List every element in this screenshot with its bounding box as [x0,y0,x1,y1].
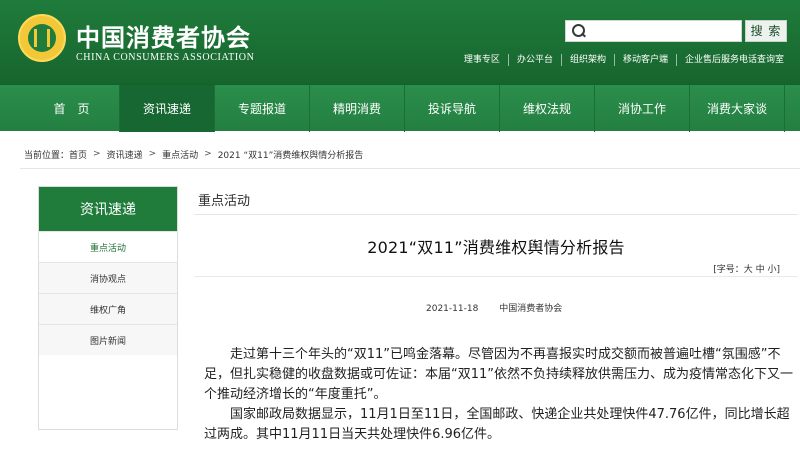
toplink-item[interactable]: 组织架构 [562,54,615,66]
search-icon [572,24,586,38]
article-title: 2021“双11”消费维权舆情分析报告 [367,238,625,257]
search-input[interactable] [565,20,742,42]
sidebar-item-association-views[interactable]: 消协观点 [39,262,177,293]
toplink-item[interactable]: 办公平台 [509,54,562,66]
breadcrumb-prefix: 当前位置： [24,150,70,161]
top-links: 理事专区 办公平台 组织架构 移动客户端 企业售后服务电话查询室 [456,51,784,69]
toplink-item[interactable]: 移动客户端 [615,54,677,66]
article-body: 走过第十三个年头的“双11”已鸣金落幕。尽管因为不再喜报实时成交额而被普遍吐槽“… [204,345,796,445]
nav-item-association-work[interactable]: 消协工作 [595,85,690,132]
article-paragraph: 走过第十三个年头的“双11”已鸣金落幕。尽管因为不再喜报实时成交额而被普遍吐槽“… [204,347,794,402]
article-paragraph: 国家邮政局数据显示，11月1日至11日，全国邮政、快递企业共处理快件47.76亿… [204,407,790,442]
toplink-item[interactable]: 理事专区 [456,54,509,66]
breadcrumb-item[interactable]: 首页 [69,148,87,161]
sidebar-item-rights-wide-angle[interactable]: 维权广角 [39,293,177,324]
font-size-divider [194,276,798,277]
breadcrumb-item[interactable]: 重点活动 [162,148,198,161]
sidebar-item-photo-news[interactable]: 图片新闻 [39,324,177,355]
sidebar: 资讯速递 重点活动 消协观点 维权广角 图片新闻 [38,186,178,430]
site-subtitle: CHINA CONSUMERS ASSOCIATION [76,52,255,63]
breadcrumb-separator: > [148,149,157,159]
nav-item-rights-law[interactable]: 维权法规 [500,85,595,132]
article-source: 中国消费者协会 [499,304,563,314]
breadcrumb-separator: > [204,149,212,159]
article-date: 2021-11-18 [426,304,479,314]
nav-item-complaint-guide[interactable]: 投诉导航 [405,85,500,132]
sidebar-item-key-activities[interactable]: 重点活动 [39,231,177,262]
nav-item-news[interactable]: 资讯速递 [120,85,215,132]
font-size-control[interactable]: [字号：大 中 小] [713,262,780,275]
section-title: 重点活动 [198,194,251,209]
nav-item-consumer-talk[interactable]: 消费大家谈 [690,85,785,132]
nav-item-home[interactable]: 首 页 [24,85,120,132]
nav-item-smart-consumption[interactable]: 精明消费 [310,85,405,132]
cca-logo[interactable] [18,14,66,62]
sidebar-list: 重点活动 消协观点 维权广角 图片新闻 [39,231,177,355]
nav-item-topics[interactable]: 专题报道 [215,85,310,132]
article-meta: 2021-11-18 中国消费者协会 [426,301,562,314]
toplink-item[interactable]: 企业售后服务电话查询室 [677,54,784,66]
breadcrumb-item[interactable]: 资讯速递 [107,148,143,161]
breadcrumb-separator: > [93,149,101,159]
sidebar-title: 资讯速递 [39,187,177,231]
main-nav: 首 页 资讯速递 专题报道 精明消费 投诉导航 维权法规 消协工作 消费大家谈 [0,84,800,132]
breadcrumb-item: 2021 “双11”消费维权舆情分析报告 [217,150,364,161]
search-button[interactable]: 搜 索 [745,20,787,42]
page-root: 中国消费者协会 CHINA CONSUMERS ASSOCIATION 搜 索 … [0,0,800,450]
main-nav-inner: 首 页 资讯速递 专题报道 精明消费 投诉导航 维权法规 消协工作 消费大家谈 [24,85,800,132]
site-title[interactable]: 中国消费者协会 [76,18,251,53]
breadcrumb: 当前位置： 首页 > 资讯速递 > 重点活动 > 2021 “双11”消费维权舆… [24,147,363,161]
logo-mark [34,29,50,47]
breadcrumb-divider [20,168,800,169]
header-top: 中国消费者协会 CHINA CONSUMERS ASSOCIATION 搜 索 … [0,0,800,84]
header: 中国消费者协会 CHINA CONSUMERS ASSOCIATION 搜 索 … [0,0,800,84]
article-content: 重点活动 2021“双11”消费维权舆情分析报告 [字号：大 中 小] 2021… [194,186,798,450]
section-divider [194,214,798,215]
